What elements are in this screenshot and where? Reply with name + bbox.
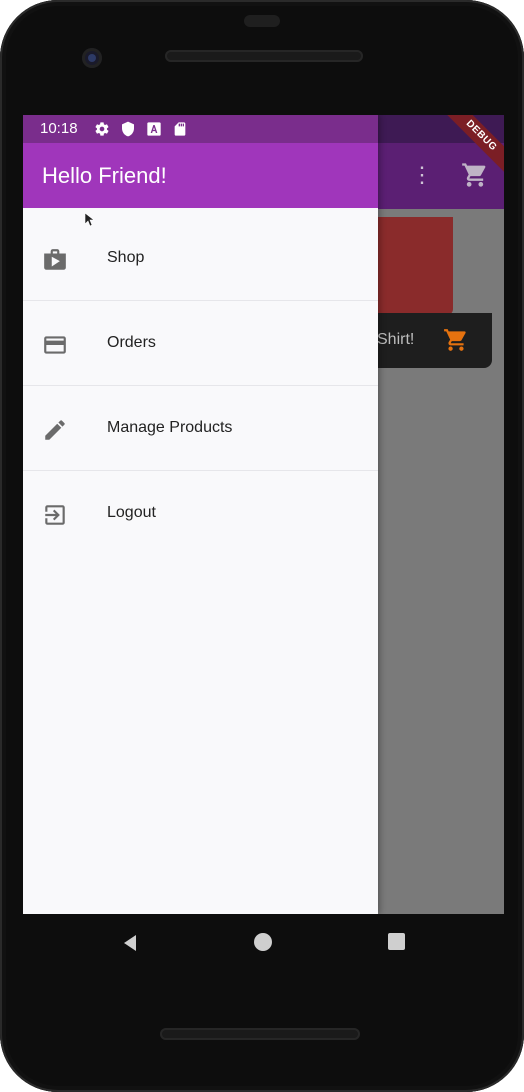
more-vert-icon[interactable]: ⋮ (411, 163, 433, 187)
font-a-icon (146, 121, 162, 137)
earpiece-speaker (165, 50, 363, 62)
product-footer: Shirt! (363, 313, 492, 368)
drawer-item-logout[interactable]: Logout (23, 471, 378, 555)
back-button[interactable] (118, 931, 142, 955)
screen: ⋮ DEBUG Shirt! 10:18 Hello Friend! Shop … (23, 115, 504, 914)
bottom-speaker (160, 1028, 360, 1040)
drawer-item-label: Shop (107, 249, 145, 266)
status-bar: 10:18 (23, 115, 378, 143)
drawer-item-label: Manage Products (107, 419, 233, 436)
sd-card-icon (172, 121, 188, 137)
drawer-item-shop[interactable]: Shop (23, 216, 378, 301)
add-to-cart-icon[interactable] (443, 327, 469, 353)
home-button[interactable] (254, 933, 272, 951)
product-image[interactable] (378, 217, 453, 315)
drawer-menu: Shop Orders Manage Products Logout (23, 216, 378, 555)
product-title: Shirt! (377, 331, 415, 348)
front-camera (82, 48, 102, 68)
shield-icon (120, 121, 136, 137)
drawer-header-title: Hello Friend! (42, 163, 167, 188)
navigation-drawer: 10:18 Hello Friend! Shop Orders Manage P… (23, 115, 378, 914)
status-time: 10:18 (40, 120, 78, 137)
drawer-item-label: Orders (107, 334, 156, 351)
credit-card-icon (42, 332, 68, 358)
edit-icon (42, 417, 68, 443)
drawer-item-label: Logout (107, 504, 156, 521)
top-sensor (244, 15, 280, 27)
exit-icon (42, 502, 68, 528)
drawer-item-manage-products[interactable]: Manage Products (23, 386, 378, 471)
drawer-item-orders[interactable]: Orders (23, 301, 378, 386)
phone-frame: ⋮ DEBUG Shirt! 10:18 Hello Friend! Shop … (0, 0, 524, 1092)
shop-icon (42, 247, 68, 273)
drawer-header: Hello Friend! (23, 143, 378, 208)
mouse-cursor-icon (84, 212, 95, 227)
recent-apps-button[interactable] (388, 933, 405, 950)
settings-icon (94, 121, 110, 137)
cart-icon[interactable] (461, 161, 489, 189)
